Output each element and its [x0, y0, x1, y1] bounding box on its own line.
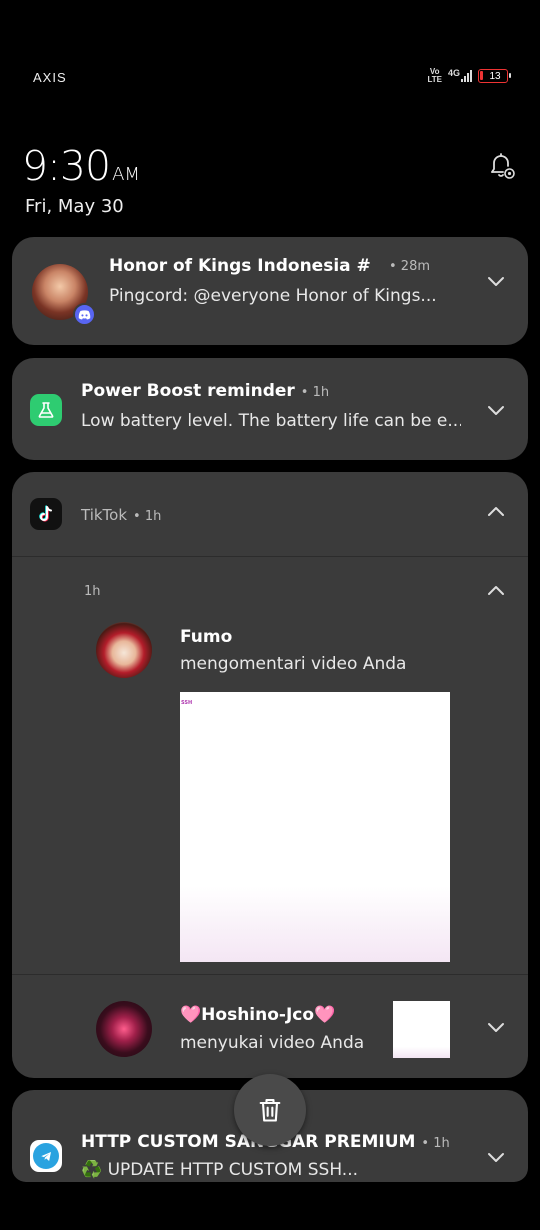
notification-title: Power Boost reminder [81, 381, 295, 401]
telegram-icon [30, 1140, 62, 1172]
video-thumbnail[interactable] [393, 1001, 450, 1058]
notification-title: Honor of Kings Indonesia # : ... [109, 256, 374, 276]
discord-icon [73, 303, 96, 326]
notification-header-row: TikTok • 1h [81, 506, 161, 524]
notification-header-row: Power Boost reminder • 1h [81, 381, 329, 401]
divider [12, 556, 528, 557]
thumbnail-label: SSH [181, 700, 193, 706]
collapse-chevron-icon[interactable] [486, 502, 506, 522]
expand-chevron-icon[interactable] [486, 1017, 506, 1037]
expand-chevron-icon[interactable] [486, 1147, 506, 1167]
notification-time: • 28m [389, 259, 431, 274]
expand-chevron-icon[interactable] [486, 271, 506, 291]
notification-time: • 1h [421, 1136, 450, 1151]
fumo-avatar [96, 622, 152, 678]
battery-icon: 13 [478, 69, 511, 83]
notification-body: menyukai video Anda [180, 1033, 365, 1053]
group-time: 1h [84, 584, 101, 599]
notification-settings-icon[interactable] [486, 150, 518, 182]
trash-icon [259, 1099, 281, 1122]
collapse-chevron-icon[interactable] [486, 581, 506, 601]
tiktok-icon [30, 498, 62, 530]
notification-body: mengomentari video Anda [180, 654, 407, 674]
system-icons: Vo LTE 4G 13 [427, 67, 511, 84]
notification-card-power-boost[interactable]: Power Boost reminder • 1h Low battery le… [12, 358, 528, 460]
notification-user: Fumo [180, 627, 233, 647]
video-thumbnail[interactable]: SSH [180, 692, 450, 962]
divider [12, 974, 528, 975]
lockscreen-clock: 9:30 AM [22, 142, 140, 190]
status-bar [0, 0, 540, 60]
carrier-label: AXIS [33, 70, 67, 85]
notification-user: 🩷Hoshino-Jco🩷 [180, 1005, 336, 1025]
notification-time: • 1h [300, 385, 330, 400]
notification-card-tiktok[interactable]: TikTok • 1h 1h Fumo mengomentari video A… [12, 472, 528, 1078]
expand-chevron-icon[interactable] [486, 400, 506, 420]
flask-icon [30, 394, 62, 426]
notification-time: • 1h [133, 509, 162, 524]
clear-all-button[interactable] [234, 1074, 306, 1146]
notification-body: ♻️ UPDATE HTTP CUSTOM SSH... [81, 1160, 359, 1180]
notification-card-honor-of-kings[interactable]: Honor of Kings Indonesia # : ... • 28m P… [12, 237, 528, 345]
notification-body: Pingcord: @everyone Honor of Kings... [109, 286, 437, 306]
hoshino-avatar [96, 1001, 152, 1057]
volte-icon: Vo LTE [427, 67, 442, 84]
app-name-label: TikTok [81, 506, 128, 524]
lockscreen-date: Fri, May 30 [25, 196, 124, 217]
signal-icon: 4G [448, 68, 472, 82]
notification-body: Low battery level. The battery life can … [81, 411, 461, 431]
